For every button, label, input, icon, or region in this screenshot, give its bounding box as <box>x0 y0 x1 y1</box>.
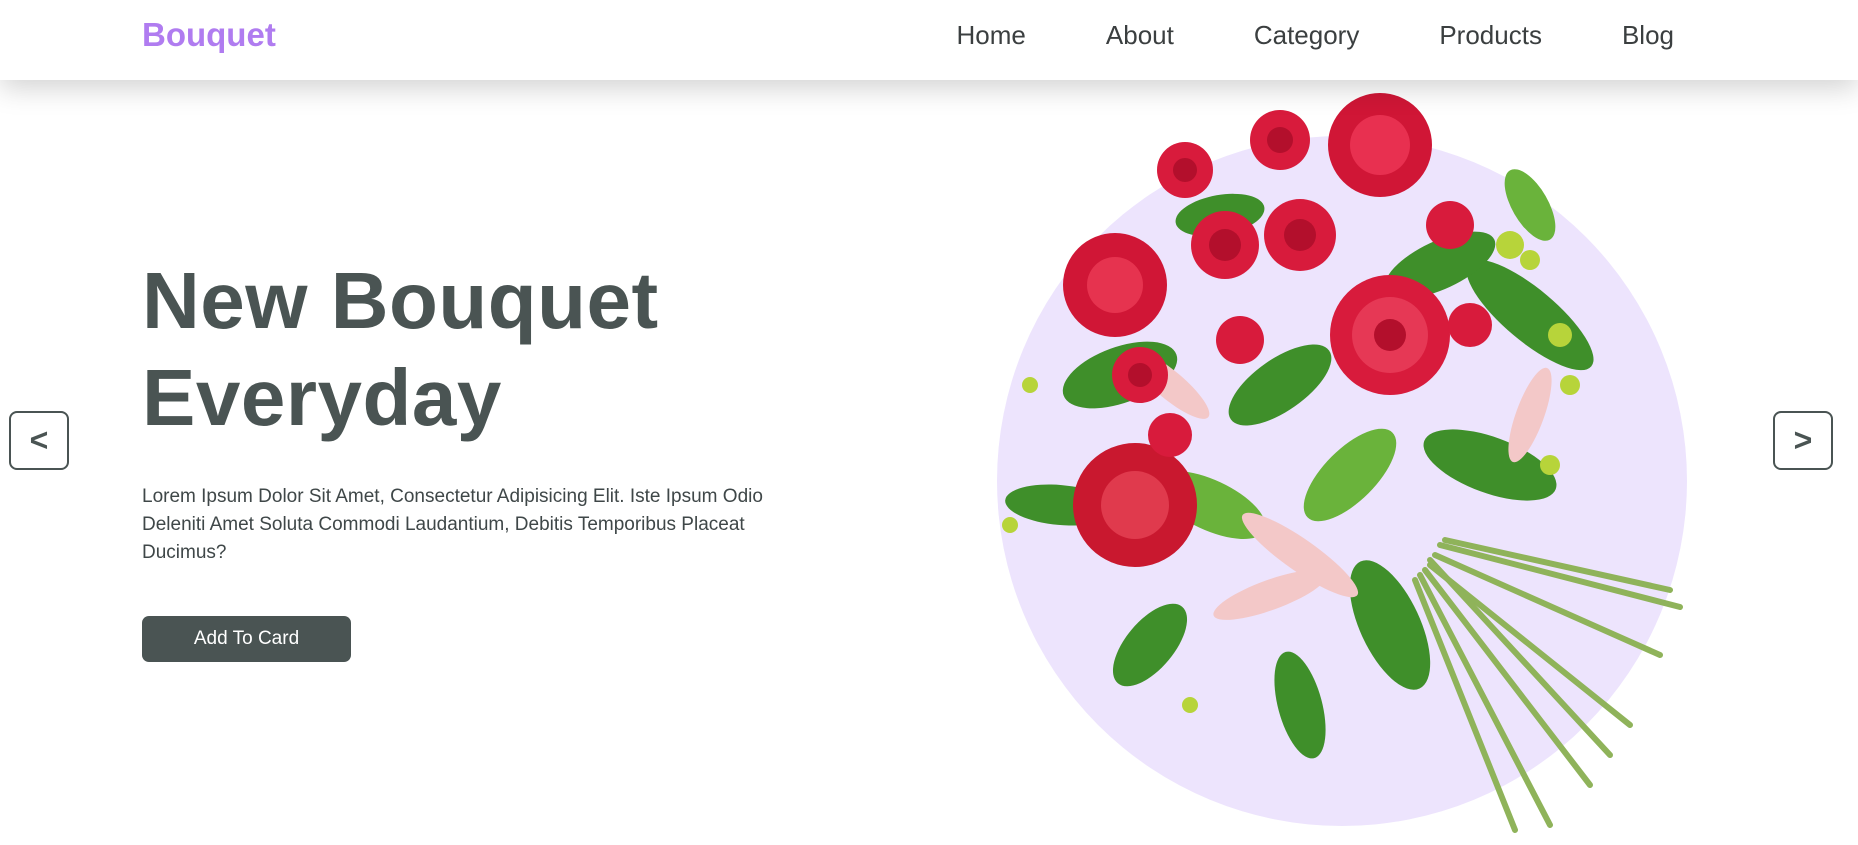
chevron-left-icon: < <box>29 422 49 458</box>
nav-link-home[interactable]: Home <box>957 20 1026 51</box>
slider-prev-button[interactable]: < <box>9 411 69 470</box>
brand-logo[interactable]: Bouquet <box>142 16 276 54</box>
hero-description: Lorem Ipsum Dolor Sit Amet, Consectetur … <box>142 486 763 563</box>
nav-link-about[interactable]: About <box>1106 20 1174 51</box>
chevron-right-icon: > <box>1793 422 1813 458</box>
nav-link-category[interactable]: Category <box>1254 20 1360 51</box>
flower-bouquet-icon <box>997 93 1687 833</box>
nav-link-products[interactable]: Products <box>1439 20 1542 51</box>
slider-next-button[interactable]: > <box>1773 411 1833 470</box>
hero-title-line-1: New Bouquet <box>142 256 659 345</box>
nav-link-blog[interactable]: Blog <box>1622 20 1674 51</box>
bouquet-image <box>970 85 1690 845</box>
hero-title: New Bouquet Everyday <box>142 252 862 446</box>
add-to-card-button[interactable]: Add To Card <box>142 616 351 662</box>
top-navigation-bar: Bouquet Home About Category Products Blo… <box>0 0 1858 80</box>
main-nav: Home About Category Products Blog <box>957 20 1674 51</box>
hero-title-line-2: Everyday <box>142 353 502 442</box>
